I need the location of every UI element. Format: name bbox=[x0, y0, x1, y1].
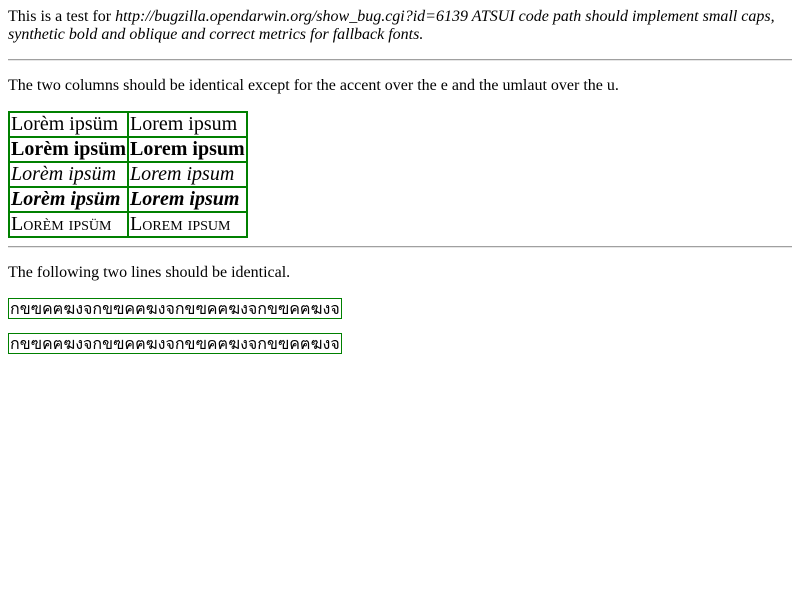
thai-line-2-wrapper: กขฃคฅฆงจกขฃคฅฆงจกขฃคฅฆงจกขฃคฅฆงจ bbox=[8, 333, 792, 354]
cell-accented-italic: Lorèm ipsüm bbox=[9, 162, 128, 187]
thai-line-2: กขฃคฅฆงจกขฃคฅฆงจกขฃคฅฆงจกขฃคฅฆงจ bbox=[8, 333, 342, 354]
thai-line-1-wrapper: กขฃคฅฆงจกขฃคฅฆงจกขฃคฅฆงจกขฃคฅฆงจ bbox=[8, 298, 792, 319]
cell-plain-small-caps: Lorem ipsum bbox=[128, 212, 247, 237]
instructions-columns: The two columns should be identical exce… bbox=[8, 77, 619, 94]
cell-plain-bold-italic: Lorem ipsum bbox=[128, 187, 247, 212]
divider-bottom bbox=[8, 246, 792, 248]
intro-bug-reference: http://bugzilla.opendarwin.org/show_bug.… bbox=[8, 8, 775, 43]
cell-accented-bold: Lorèm ipsüm bbox=[9, 137, 128, 162]
cell-accented-small-caps: Lorèm ipsüm bbox=[9, 212, 128, 237]
table-row: Lorèm ipsüm Lorem ipsum bbox=[9, 137, 247, 162]
cell-plain-italic: Lorem ipsum bbox=[128, 162, 247, 187]
cell-plain-bold: Lorem ipsum bbox=[128, 137, 247, 162]
table-row: Lorèm ipsüm Lorem ipsum bbox=[9, 212, 247, 237]
cell-accented-normal: Lorèm ipsüm bbox=[9, 112, 128, 137]
cell-plain-normal: Lorem ipsum bbox=[128, 112, 247, 137]
table-row: Lorèm ipsüm Lorem ipsum bbox=[9, 162, 247, 187]
thai-line-1: กขฃคฅฆงจกขฃคฅฆงจกขฃคฅฆงจกขฃคฅฆงจ bbox=[8, 298, 342, 319]
table-row: Lorèm ipsüm Lorem ipsum bbox=[9, 112, 247, 137]
intro-paragraph: This is a test for http://bugzilla.opend… bbox=[8, 8, 792, 44]
table-row: Lorèm ipsüm Lorem ipsum bbox=[9, 187, 247, 212]
cell-accented-bold-italic: Lorèm ipsüm bbox=[9, 187, 128, 212]
comparison-table: Lorèm ipsüm Lorem ipsum Lorèm ipsüm Lore… bbox=[8, 111, 248, 238]
divider-top bbox=[8, 59, 792, 61]
intro-prefix: This is a test for bbox=[8, 8, 116, 25]
instructions-lines: The following two lines should be identi… bbox=[8, 264, 291, 281]
